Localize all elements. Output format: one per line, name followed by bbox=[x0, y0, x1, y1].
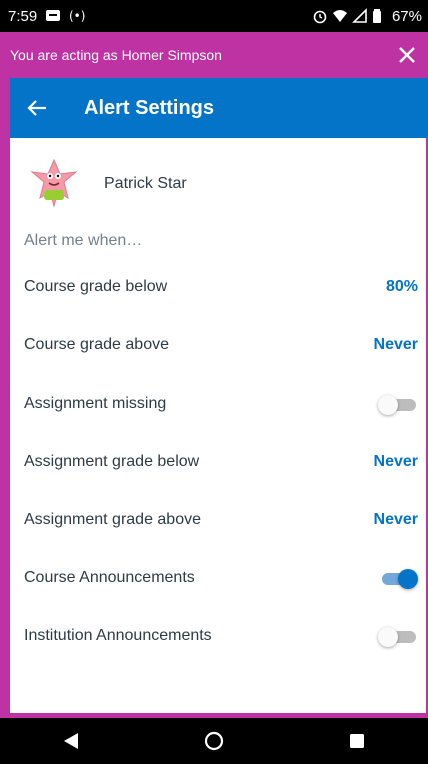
alert-row-course-announcements[interactable]: Course Announcements bbox=[10, 549, 426, 607]
avatar bbox=[24, 154, 84, 214]
signal-icon bbox=[352, 8, 368, 24]
threshold-value[interactable]: Never bbox=[374, 336, 418, 354]
alert-settings-content: Patrick Star Alert me when… Course grade… bbox=[10, 138, 426, 713]
back-arrow-icon[interactable] bbox=[10, 78, 64, 138]
alert-row-assignment-missing[interactable]: Assignment missing bbox=[10, 375, 426, 433]
toggle-thumb bbox=[398, 569, 418, 589]
toggle-thumb bbox=[378, 395, 398, 415]
masquerade-banner: You are acting as Homer Simpson bbox=[0, 32, 428, 78]
course-announcements-toggle[interactable] bbox=[378, 568, 418, 589]
close-icon[interactable] bbox=[396, 44, 418, 66]
alert-label: Course grade above bbox=[24, 336, 169, 353]
back-triangle-icon[interactable] bbox=[57, 727, 85, 755]
alert-label: Assignment grade below bbox=[24, 453, 200, 470]
status-time: 7:59 bbox=[8, 7, 38, 25]
status-bar: 7:59 (•) 67% bbox=[0, 0, 428, 32]
masquerade-border-left bbox=[0, 78, 10, 718]
battery-icon bbox=[372, 8, 388, 24]
threshold-value[interactable]: Never bbox=[374, 511, 418, 529]
status-right: 67% bbox=[312, 8, 428, 25]
navigation-bar bbox=[0, 718, 428, 764]
alert-section-header: Alert me when… bbox=[24, 232, 143, 249]
alert-row-institution-announcements[interactable]: Institution Announcements bbox=[10, 607, 426, 665]
threshold-value[interactable]: 80% bbox=[386, 278, 418, 296]
threshold-value[interactable]: Never bbox=[374, 453, 418, 471]
alert-row-course-grade-below[interactable]: Course grade below 80% bbox=[10, 258, 426, 316]
cast-icon: (•) bbox=[69, 8, 85, 24]
alert-label: Course Announcements bbox=[24, 569, 195, 586]
alert-label: Course grade below bbox=[24, 278, 168, 295]
alert-row-course-grade-above[interactable]: Course grade above Never bbox=[10, 316, 426, 374]
alert-label: Institution Announcements bbox=[24, 627, 212, 644]
home-circle-icon[interactable] bbox=[200, 727, 228, 755]
masquerade-text: You are acting as Homer Simpson bbox=[10, 47, 222, 63]
page-title: Alert Settings bbox=[84, 96, 215, 119]
alert-row-assignment-grade-below[interactable]: Assignment grade below Never bbox=[10, 433, 426, 491]
battery-percent: 67% bbox=[391, 7, 422, 25]
phone-screen: 7:59 (•) 67% You are acting as Homer Sim… bbox=[0, 0, 428, 764]
alert-row-assignment-grade-above[interactable]: Assignment grade above Never bbox=[10, 491, 426, 549]
alarm-icon bbox=[312, 8, 328, 24]
recents-square-icon[interactable] bbox=[343, 727, 371, 755]
wifi-icon bbox=[332, 8, 348, 24]
status-left: 7:59 (•) bbox=[0, 7, 86, 25]
student-name: Patrick Star bbox=[104, 175, 187, 192]
toggle-thumb bbox=[378, 627, 398, 647]
message-notification-icon bbox=[45, 8, 61, 24]
student-header: Patrick Star bbox=[10, 154, 426, 214]
alert-label: Assignment missing bbox=[24, 395, 167, 412]
app-bar: Alert Settings bbox=[10, 78, 428, 138]
svg-text:(•): (•) bbox=[69, 9, 85, 23]
assignment-missing-toggle[interactable] bbox=[378, 394, 418, 415]
alert-label: Assignment grade above bbox=[24, 511, 201, 528]
institution-announcements-toggle[interactable] bbox=[378, 626, 418, 647]
